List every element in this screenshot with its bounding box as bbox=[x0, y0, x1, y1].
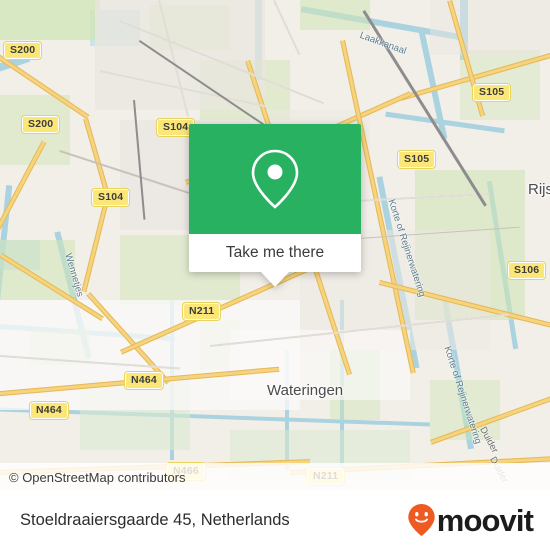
waterway-label: Korte of Rejinerwatering bbox=[385, 198, 428, 299]
footer-bar: Stoeldraaiersgaarde 45, Netherlands moov… bbox=[0, 490, 550, 550]
moovit-logo[interactable]: moovit bbox=[407, 502, 534, 538]
place-label: Wateringen bbox=[267, 382, 344, 399]
map-canvas[interactable]: S200 S200 S104 S104 S105 S105 S106 N211 N464 N464… bbox=[0, 0, 550, 490]
address-label: Stoeldraaiersgaarde 45, Netherlands bbox=[20, 510, 290, 529]
moovit-smiley-pin-icon bbox=[408, 504, 435, 536]
popup-header bbox=[189, 124, 361, 234]
moovit-map-share-card: S200 S200 S104 S104 S105 S105 S106 N211 N464 N464… bbox=[0, 0, 550, 550]
map-pin-icon bbox=[251, 149, 299, 209]
place-label: Rijs bbox=[528, 181, 550, 198]
osm-attribution[interactable]: © OpenStreetMap contributors bbox=[9, 470, 186, 485]
moovit-wordmark: moovit bbox=[436, 502, 534, 538]
waterway-label: Laakkanaal bbox=[358, 30, 408, 57]
take-me-there-label: Take me there bbox=[225, 244, 325, 261]
location-popup-card[interactable]: Take me there bbox=[189, 124, 361, 287]
popup-pointer-tail bbox=[261, 272, 289, 287]
waterway-label: Wennetjes bbox=[62, 252, 86, 299]
take-me-there-button[interactable]: Take me there bbox=[189, 234, 361, 272]
